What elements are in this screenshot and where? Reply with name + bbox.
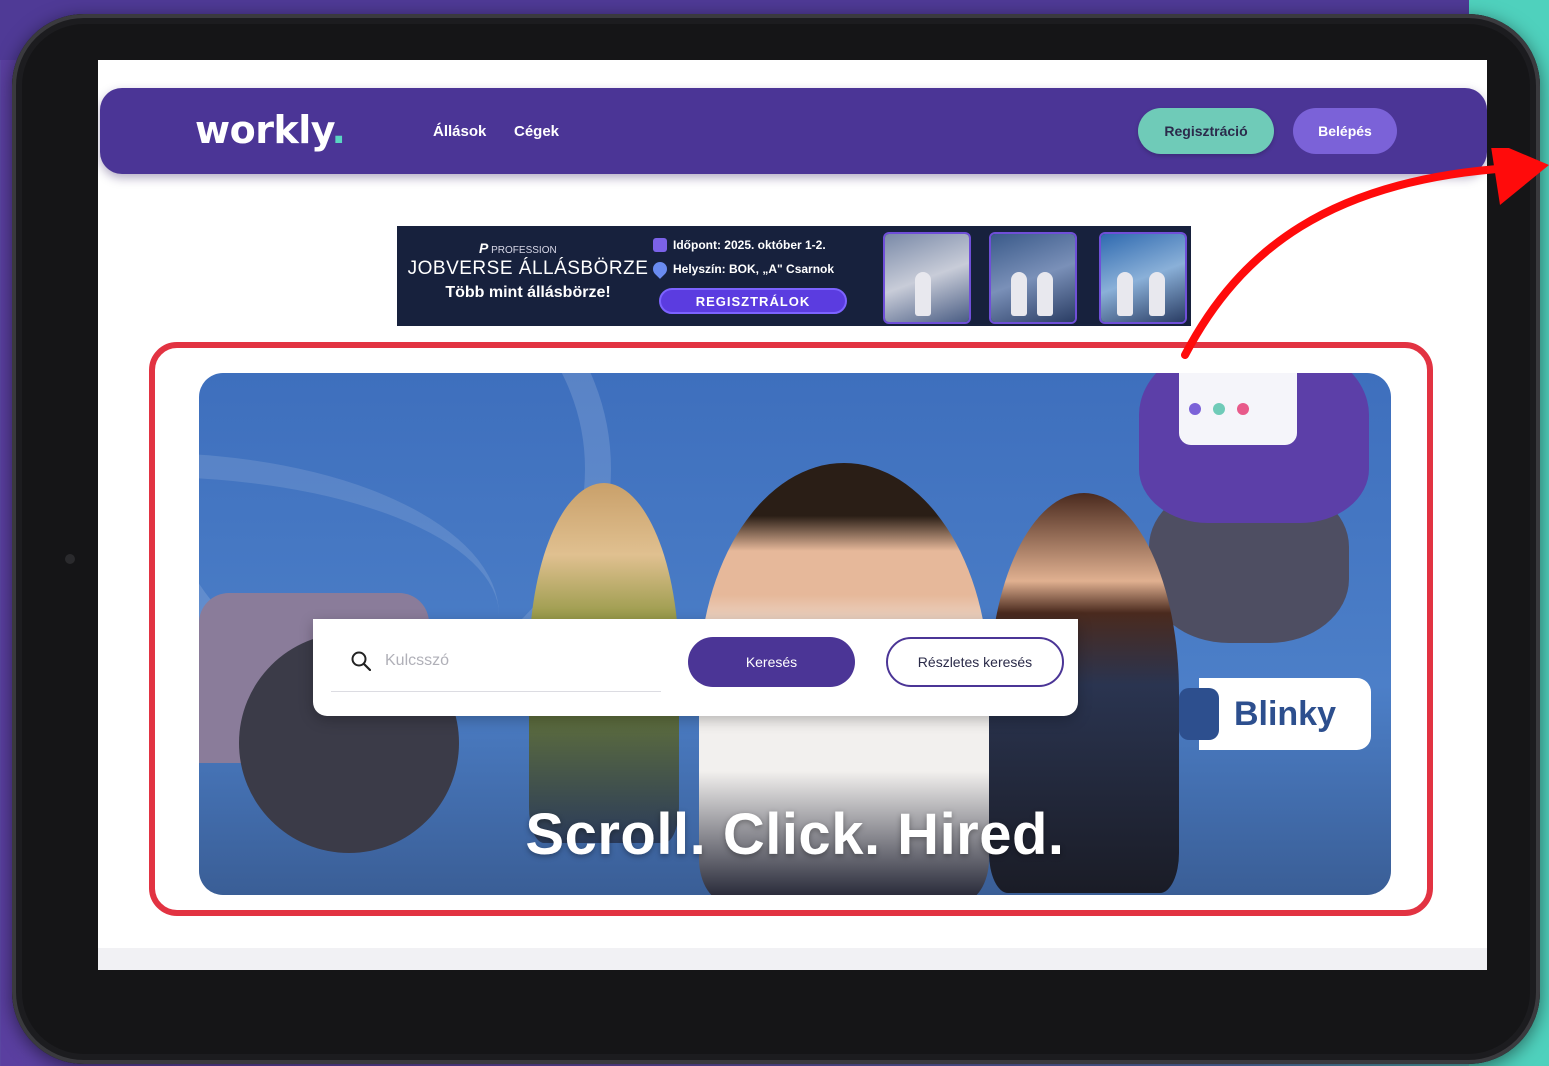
- banner-register-button[interactable]: REGISZTRÁLOK: [659, 288, 847, 314]
- page-bottom-section: [98, 948, 1487, 970]
- highlight-frame: [149, 342, 1433, 916]
- banner-photo-1: [883, 232, 971, 324]
- tablet-camera: [65, 554, 75, 564]
- calendar-icon: [653, 238, 667, 252]
- nav-link-jobs[interactable]: Állások: [433, 123, 486, 140]
- annotation-arrow-icon: [1181, 148, 1549, 359]
- jobverse-ad-banner[interactable]: P PROFESSION JOBVERSE ÁLLÁSBÖRZE Több mi…: [397, 226, 1191, 326]
- banner-title: JOBVERSE ÁLLÁSBÖRZE: [407, 258, 649, 279]
- nav-link-companies[interactable]: Cégek: [514, 123, 559, 140]
- location-pin-icon: [650, 259, 670, 279]
- banner-date: Időpont: 2025. október 1-2.: [653, 238, 826, 252]
- banner-subtitle: Több mint állásbörze!: [445, 284, 611, 301]
- banner-organizer: P PROFESSION: [479, 240, 557, 256]
- banner-location: Helyszín: BOK, „A" Csarnok: [650, 259, 834, 279]
- banner-photo-2: [989, 232, 1077, 324]
- workly-logo[interactable]: workly.: [195, 108, 346, 152]
